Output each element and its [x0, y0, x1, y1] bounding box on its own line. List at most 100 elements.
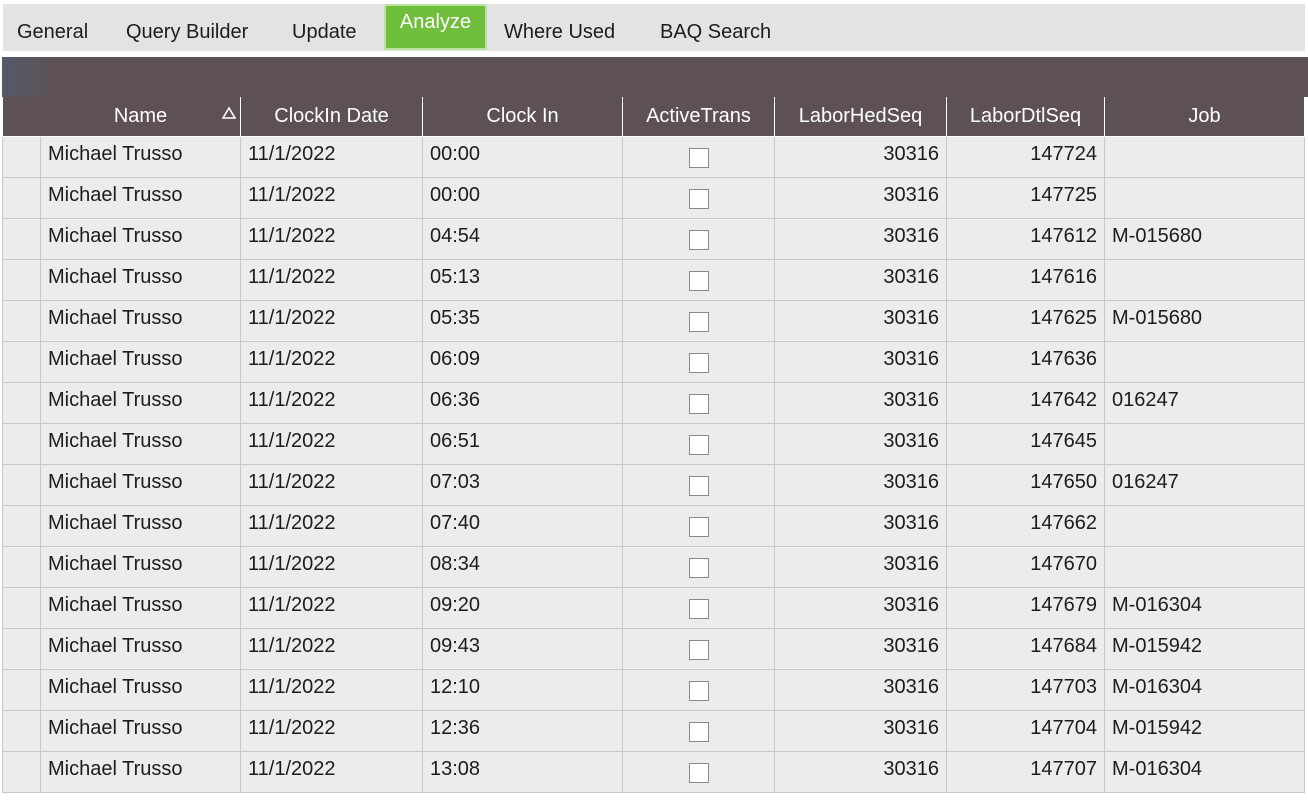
- cell-clockin-date[interactable]: 11/1/2022: [240, 669, 423, 711]
- cell-clock-in[interactable]: 00:00: [422, 177, 623, 219]
- cell-job[interactable]: M-015942: [1104, 710, 1305, 752]
- tab-analyze[interactable]: Analyze: [384, 4, 487, 50]
- cell-clock-in[interactable]: 12:36: [422, 710, 623, 752]
- cell-laborhedseq[interactable]: 30316: [774, 341, 947, 383]
- cell-activetrans[interactable]: [622, 669, 775, 711]
- row-selector[interactable]: [2, 751, 41, 793]
- cell-job[interactable]: [1104, 136, 1305, 178]
- column-header-job[interactable]: Job: [1104, 97, 1305, 137]
- cell-name[interactable]: Michael Trusso: [40, 505, 241, 547]
- activetrans-checkbox[interactable]: [688, 353, 709, 373]
- activetrans-checkbox[interactable]: [688, 435, 709, 455]
- cell-activetrans[interactable]: [622, 546, 775, 588]
- row-selector[interactable]: [2, 423, 41, 465]
- cell-clock-in[interactable]: 05:35: [422, 300, 623, 342]
- cell-clockin-date[interactable]: 11/1/2022: [240, 464, 423, 506]
- cell-job[interactable]: [1104, 546, 1305, 588]
- cell-name[interactable]: Michael Trusso: [40, 546, 241, 588]
- row-selector[interactable]: [2, 341, 41, 383]
- tab-general[interactable]: General: [17, 15, 88, 49]
- cell-labordtlseq[interactable]: 147645: [946, 423, 1105, 465]
- column-header-labordtlseq[interactable]: LaborDtlSeq: [946, 97, 1105, 137]
- cell-activetrans[interactable]: [622, 259, 775, 301]
- cell-clockin-date[interactable]: 11/1/2022: [240, 628, 423, 670]
- row-selector[interactable]: [2, 546, 41, 588]
- cell-clock-in[interactable]: 09:20: [422, 587, 623, 629]
- cell-activetrans[interactable]: [622, 382, 775, 424]
- cell-job[interactable]: 016247: [1104, 382, 1305, 424]
- cell-job[interactable]: M-016304: [1104, 669, 1305, 711]
- cell-clockin-date[interactable]: 11/1/2022: [240, 300, 423, 342]
- cell-clockin-date[interactable]: 11/1/2022: [240, 751, 423, 793]
- table-row[interactable]: Michael Trusso 11/1/2022 00:00 30316 147725: [2, 177, 1305, 219]
- tab-where-used[interactable]: Where Used: [504, 15, 615, 49]
- cell-clock-in[interactable]: 13:08: [422, 751, 623, 793]
- activetrans-checkbox[interactable]: [688, 271, 709, 291]
- table-row[interactable]: Michael Trusso 11/1/2022 04:54 30316 147612 M…: [2, 218, 1305, 260]
- cell-name[interactable]: Michael Trusso: [40, 341, 241, 383]
- cell-laborhedseq[interactable]: 30316: [774, 218, 947, 260]
- cell-job[interactable]: [1104, 423, 1305, 465]
- cell-clock-in[interactable]: 08:34: [422, 546, 623, 588]
- cell-laborhedseq[interactable]: 30316: [774, 505, 947, 547]
- cell-labordtlseq[interactable]: 147650: [946, 464, 1105, 506]
- row-selector[interactable]: [2, 587, 41, 629]
- cell-name[interactable]: Michael Trusso: [40, 587, 241, 629]
- cell-labordtlseq[interactable]: 147703: [946, 669, 1105, 711]
- cell-name[interactable]: Michael Trusso: [40, 669, 241, 711]
- cell-clock-in[interactable]: 06:36: [422, 382, 623, 424]
- cell-name[interactable]: Michael Trusso: [40, 751, 241, 793]
- table-row[interactable]: Michael Trusso 11/1/2022 09:43 30316 147684 M…: [2, 628, 1305, 670]
- row-selector[interactable]: [2, 505, 41, 547]
- cell-clock-in[interactable]: 06:51: [422, 423, 623, 465]
- cell-activetrans[interactable]: [622, 587, 775, 629]
- activetrans-checkbox[interactable]: [688, 476, 709, 496]
- activetrans-checkbox[interactable]: [688, 599, 709, 619]
- row-selector[interactable]: [2, 710, 41, 752]
- cell-activetrans[interactable]: [622, 177, 775, 219]
- column-header-clockin-date[interactable]: ClockIn Date: [240, 97, 423, 137]
- column-header-laborhedseq[interactable]: LaborHedSeq: [774, 97, 947, 137]
- table-row[interactable]: Michael Trusso 11/1/2022 05:13 30316 147616: [2, 259, 1305, 301]
- row-selector[interactable]: [2, 300, 41, 342]
- row-selector[interactable]: [2, 464, 41, 506]
- cell-name[interactable]: Michael Trusso: [40, 382, 241, 424]
- activetrans-checkbox[interactable]: [688, 312, 709, 332]
- cell-labordtlseq[interactable]: 147725: [946, 177, 1105, 219]
- table-row[interactable]: Michael Trusso 11/1/2022 00:00 30316 147724: [2, 136, 1305, 178]
- table-row[interactable]: Michael Trusso 11/1/2022 07:03 30316 147650 0…: [2, 464, 1305, 506]
- cell-clockin-date[interactable]: 11/1/2022: [240, 710, 423, 752]
- cell-labordtlseq[interactable]: 147704: [946, 710, 1105, 752]
- table-row[interactable]: Michael Trusso 11/1/2022 06:36 30316 147642 0…: [2, 382, 1305, 424]
- cell-clock-in[interactable]: 09:43: [422, 628, 623, 670]
- cell-labordtlseq[interactable]: 147679: [946, 587, 1105, 629]
- cell-laborhedseq[interactable]: 30316: [774, 177, 947, 219]
- cell-job[interactable]: [1104, 259, 1305, 301]
- table-row[interactable]: Michael Trusso 11/1/2022 06:51 30316 147645: [2, 423, 1305, 465]
- cell-clockin-date[interactable]: 11/1/2022: [240, 259, 423, 301]
- cell-labordtlseq[interactable]: 147642: [946, 382, 1105, 424]
- table-row[interactable]: Michael Trusso 11/1/2022 06:09 30316 147636: [2, 341, 1305, 383]
- cell-name[interactable]: Michael Trusso: [40, 300, 241, 342]
- cell-name[interactable]: Michael Trusso: [40, 628, 241, 670]
- cell-clock-in[interactable]: 07:40: [422, 505, 623, 547]
- cell-activetrans[interactable]: [622, 136, 775, 178]
- cell-name[interactable]: Michael Trusso: [40, 177, 241, 219]
- table-row[interactable]: Michael Trusso 11/1/2022 07:40 30316 147662: [2, 505, 1305, 547]
- cell-job[interactable]: [1104, 505, 1305, 547]
- cell-clock-in[interactable]: 07:03: [422, 464, 623, 506]
- column-header-clock-in[interactable]: Clock In: [422, 97, 623, 137]
- cell-labordtlseq[interactable]: 147684: [946, 628, 1105, 670]
- cell-clockin-date[interactable]: 11/1/2022: [240, 218, 423, 260]
- cell-clockin-date[interactable]: 11/1/2022: [240, 177, 423, 219]
- row-selector[interactable]: [2, 628, 41, 670]
- cell-job[interactable]: M-015680: [1104, 300, 1305, 342]
- cell-job[interactable]: M-016304: [1104, 751, 1305, 793]
- cell-job[interactable]: 016247: [1104, 464, 1305, 506]
- cell-clockin-date[interactable]: 11/1/2022: [240, 546, 423, 588]
- cell-laborhedseq[interactable]: 30316: [774, 136, 947, 178]
- cell-activetrans[interactable]: [622, 423, 775, 465]
- cell-laborhedseq[interactable]: 30316: [774, 587, 947, 629]
- cell-labordtlseq[interactable]: 147707: [946, 751, 1105, 793]
- cell-clockin-date[interactable]: 11/1/2022: [240, 341, 423, 383]
